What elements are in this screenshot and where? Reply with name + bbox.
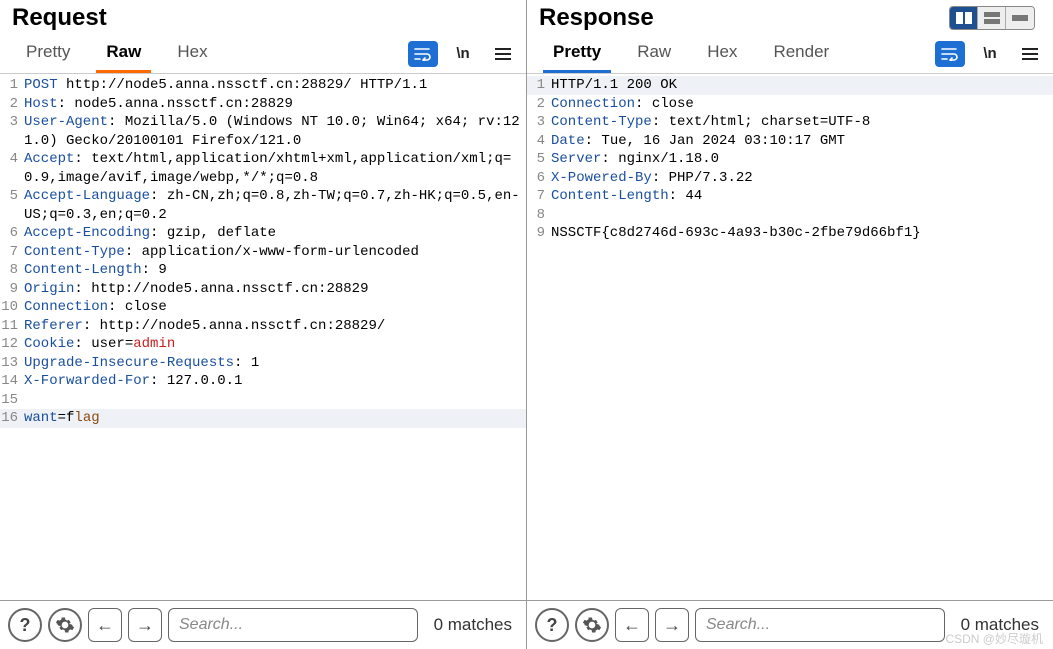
request-title: Request <box>12 4 107 32</box>
code-line: 1POST http://node5.anna.nssctf.cn:28829/… <box>0 76 526 95</box>
tab-pretty-response[interactable]: Pretty <box>543 36 611 72</box>
code-line: 4Accept: text/html,application/xhtml+xml… <box>0 150 526 187</box>
next-match-button[interactable]: → <box>128 608 162 642</box>
wrap-icon[interactable] <box>935 41 965 67</box>
prev-match-button[interactable]: ← <box>88 608 122 642</box>
code-line: 7Content-Type: application/x-www-form-ur… <box>0 243 526 262</box>
code-line: 6X-Powered-By: PHP/7.3.22 <box>527 169 1053 188</box>
prev-match-button[interactable]: ← <box>615 608 649 642</box>
gear-icon[interactable] <box>575 608 609 642</box>
next-match-button[interactable]: → <box>655 608 689 642</box>
menu-icon[interactable] <box>488 41 518 67</box>
match-count: 0 matches <box>961 615 1039 635</box>
search-input[interactable] <box>168 608 418 642</box>
code-line: 3User-Agent: Mozilla/5.0 (Windows NT 10.… <box>0 113 526 150</box>
code-line: 14X-Forwarded-For: 127.0.0.1 <box>0 372 526 391</box>
gear-icon[interactable] <box>48 608 82 642</box>
tab-hex-response[interactable]: Hex <box>697 36 747 72</box>
code-line: 12Cookie: user=admin <box>0 335 526 354</box>
tab-hex-request[interactable]: Hex <box>167 36 217 72</box>
code-line: 13Upgrade-Insecure-Requests: 1 <box>0 354 526 373</box>
code-line: 7Content-Length: 44 <box>527 187 1053 206</box>
help-icon[interactable]: ? <box>8 608 42 642</box>
code-line: 8 <box>527 206 1053 225</box>
help-icon[interactable]: ? <box>535 608 569 642</box>
code-line: 5Accept-Language: zh-CN,zh;q=0.8,zh-TW;q… <box>0 187 526 224</box>
request-pane: Request Pretty Raw Hex \n 1POST http://n… <box>0 0 527 600</box>
tab-render-response[interactable]: Render <box>763 36 839 72</box>
layout-toggle <box>949 6 1035 30</box>
newline-toggle[interactable]: \n <box>975 41 1005 67</box>
code-line: 2Host: node5.anna.nssctf.cn:28829 <box>0 95 526 114</box>
response-pane: Response Pretty Raw Hex Render \n 1HTTP/… <box>527 0 1053 600</box>
code-line: 9Origin: http://node5.anna.nssctf.cn:288… <box>0 280 526 299</box>
tab-pretty-request[interactable]: Pretty <box>16 36 80 72</box>
request-editor[interactable]: 1POST http://node5.anna.nssctf.cn:28829/… <box>0 74 526 600</box>
search-input[interactable] <box>695 608 945 642</box>
newline-toggle[interactable]: \n <box>448 41 478 67</box>
code-line: 4Date: Tue, 16 Jan 2024 03:10:17 GMT <box>527 132 1053 151</box>
match-count: 0 matches <box>434 615 512 635</box>
code-line: 8Content-Length: 9 <box>0 261 526 280</box>
code-line: 15 <box>0 391 526 410</box>
layout-single-icon[interactable] <box>1006 7 1034 29</box>
code-line: 3Content-Type: text/html; charset=UTF-8 <box>527 113 1053 132</box>
layout-stack-icon[interactable] <box>978 7 1006 29</box>
tab-raw-request[interactable]: Raw <box>96 36 151 72</box>
response-viewer[interactable]: 1HTTP/1.1 200 OK2Connection: close3Conte… <box>527 74 1053 600</box>
menu-icon[interactable] <box>1015 41 1045 67</box>
request-tabs: Pretty Raw Hex \n <box>0 34 526 74</box>
code-line: 10Connection: close <box>0 298 526 317</box>
code-line: 5Server: nginx/1.18.0 <box>527 150 1053 169</box>
code-line: 16want=flag <box>0 409 526 428</box>
code-line: 6Accept-Encoding: gzip, deflate <box>0 224 526 243</box>
response-footer: ? ← → 0 matches <box>527 601 1053 649</box>
response-tabs: Pretty Raw Hex Render \n <box>527 34 1053 74</box>
code-line: 2Connection: close <box>527 95 1053 114</box>
code-line: 1HTTP/1.1 200 OK <box>527 76 1053 95</box>
layout-split-icon[interactable] <box>950 7 978 29</box>
response-title: Response <box>539 4 654 32</box>
code-line: 9NSSCTF{c8d2746d-693c-4a93-b30c-2fbe79d6… <box>527 224 1053 243</box>
code-line: 11Referer: http://node5.anna.nssctf.cn:2… <box>0 317 526 336</box>
tab-raw-response[interactable]: Raw <box>627 36 681 72</box>
request-footer: ? ← → 0 matches <box>0 601 527 649</box>
wrap-icon[interactable] <box>408 41 438 67</box>
